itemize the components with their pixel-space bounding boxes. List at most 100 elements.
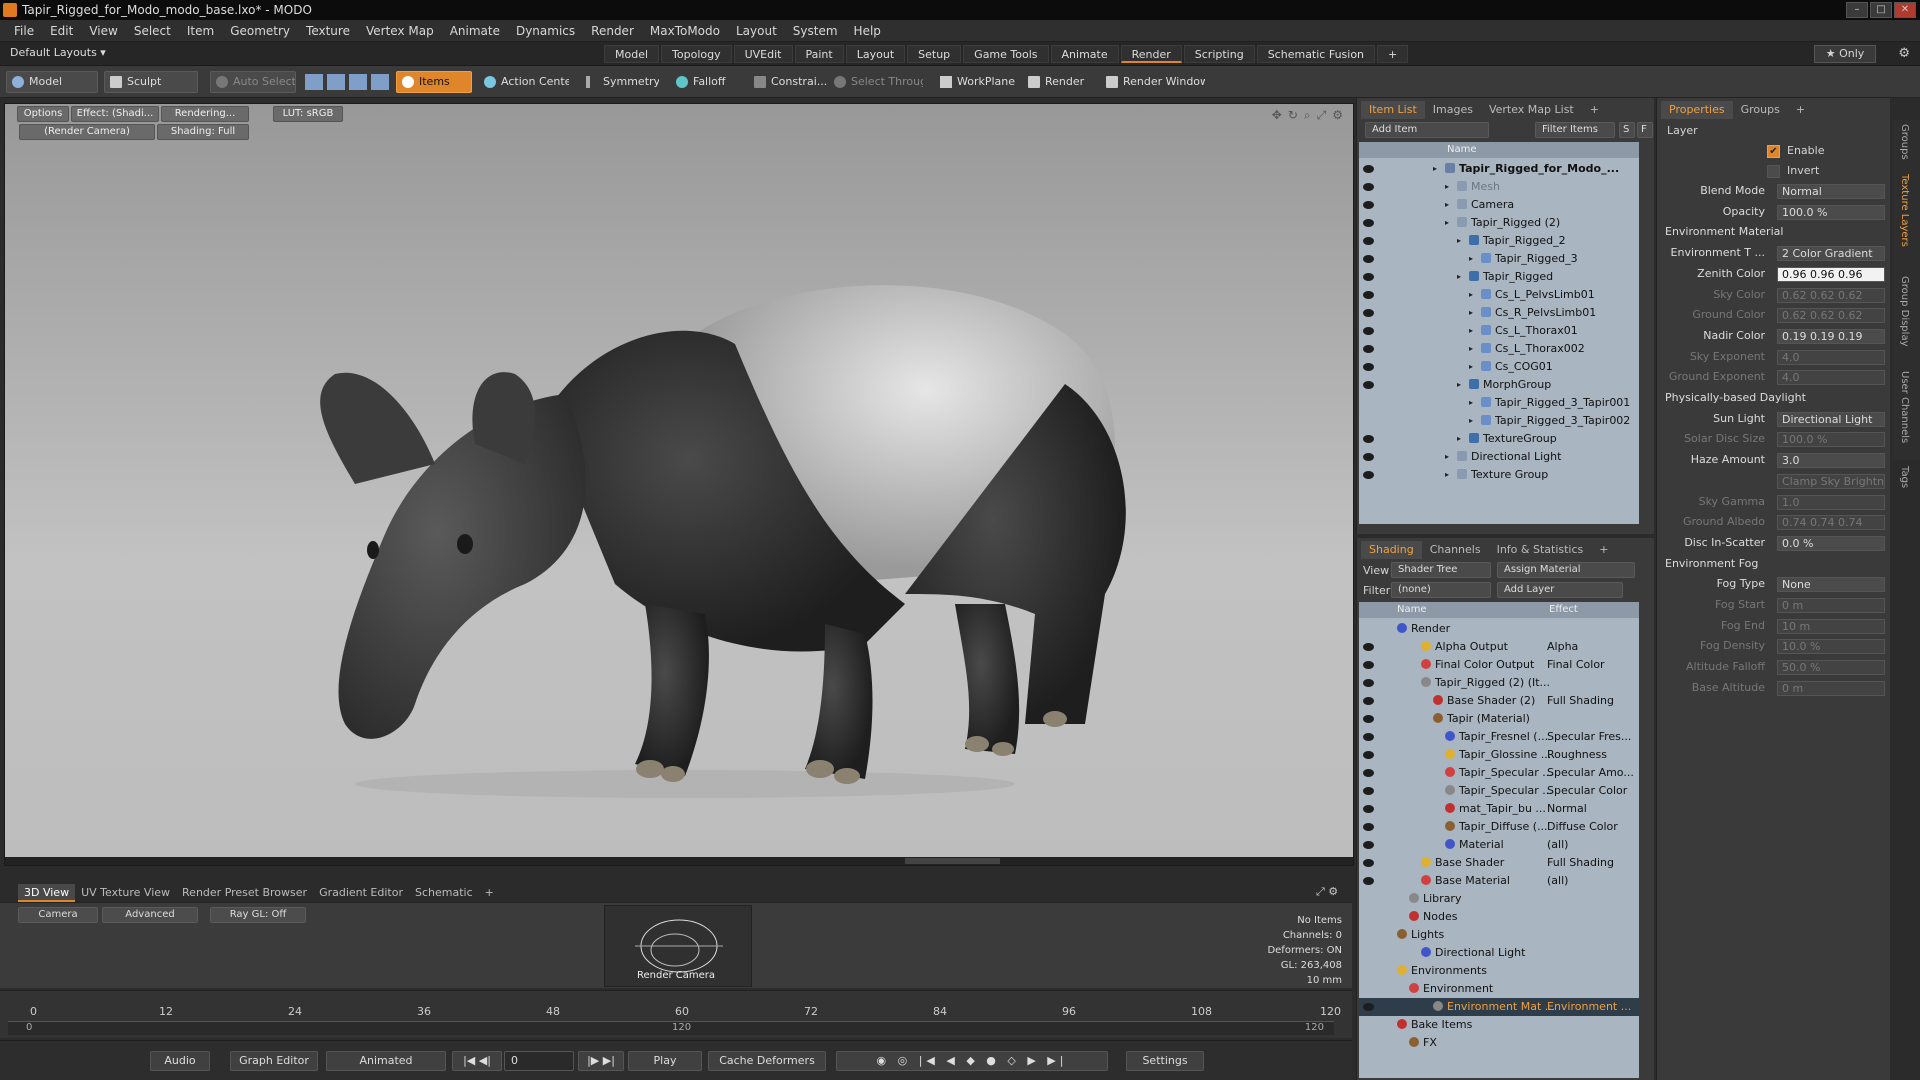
shader-row[interactable]: Library <box>1359 890 1639 908</box>
property-value-field[interactable]: Normal <box>1777 184 1885 199</box>
layout-tab-topology[interactable]: Topology <box>661 45 732 63</box>
only-button[interactable]: ★ Only <box>1814 45 1876 63</box>
auto-select-button[interactable]: Auto Select <box>210 71 296 93</box>
item-row[interactable]: ▸ Tapir_Rigged_3_Tapir002 <box>1359 412 1639 430</box>
layout-tab-setup[interactable]: Setup <box>907 45 962 63</box>
minimize-button[interactable]: – <box>1846 2 1868 18</box>
polygon-mode-icon[interactable] <box>349 74 367 90</box>
pan-icon[interactable]: ✥ <box>1272 108 1282 123</box>
property-value-field[interactable]: 3.0 <box>1777 453 1885 469</box>
advanced-button[interactable]: Advanced <box>102 907 198 923</box>
model-button[interactable]: Model <box>6 71 98 93</box>
expand-arrow-icon[interactable]: ▸ <box>1469 358 1473 376</box>
menu-render[interactable]: Render <box>583 20 642 42</box>
maximize-icon[interactable]: ⤢ <box>1317 108 1327 123</box>
panel-tab-channels[interactable]: Channels <box>1422 541 1489 559</box>
filter-toggle-button[interactable]: F <box>1637 122 1653 138</box>
effect-dropdown[interactable]: (all) <box>1547 836 1568 854</box>
item-row[interactable]: ▸ Cs_COG01 <box>1359 358 1639 376</box>
menu-animate[interactable]: Animate <box>442 20 508 42</box>
enable-checkbox[interactable]: ✔ <box>1767 145 1780 158</box>
section-header[interactable]: Physically-based Daylight <box>1665 389 1806 407</box>
shader-row[interactable]: Environment Mat ... Environment ... <box>1359 998 1639 1016</box>
expand-arrow-icon[interactable]: ▸ <box>1469 250 1473 268</box>
shader-row[interactable]: Tapir_Diffuse (... Diffuse Color <box>1359 818 1639 836</box>
close-button[interactable]: ✕ <box>1894 2 1916 18</box>
falloff-button[interactable]: Falloff <box>670 71 740 93</box>
item-row[interactable]: ▸ MorphGroup <box>1359 376 1639 394</box>
item-row[interactable]: ▸ Tapir_Rigged_3_Tapir001 <box>1359 394 1639 412</box>
property-value-field[interactable]: 0.19 0.19 0.19 <box>1777 328 1885 344</box>
effect-dropdown[interactable]: Diffuse Color <box>1547 818 1618 836</box>
property-value-field[interactable]: 100.0 % <box>1777 204 1885 220</box>
side-tab-group-display[interactable]: Group Display <box>1899 276 1910 346</box>
expand-arrow-icon[interactable]: ▸ <box>1469 394 1473 412</box>
visibility-eye-icon[interactable] <box>1363 273 1374 281</box>
maximize-button[interactable]: □ <box>1870 2 1892 18</box>
camera-preview-thumbnail[interactable]: Render Camera <box>604 905 752 987</box>
shader-tree[interactable]: Name Effect Render Alpha Output Alpha Final … <box>1359 602 1639 1078</box>
shader-row[interactable]: FX <box>1359 1034 1639 1052</box>
side-tab-groups[interactable]: Groups <box>1899 124 1910 160</box>
visibility-eye-icon[interactable] <box>1363 381 1374 389</box>
visibility-eye-icon[interactable] <box>1363 769 1374 777</box>
property-value-field[interactable]: 4.0 <box>1777 349 1885 365</box>
menu-geometry[interactable]: Geometry <box>222 20 298 42</box>
shader-row[interactable]: Tapir_Glossine ... Roughness <box>1359 746 1639 764</box>
panel-tab-item[interactable]: + <box>1591 541 1616 559</box>
raygl-button[interactable]: Ray GL: Off <box>210 907 306 923</box>
property-value-field[interactable]: 1.0 <box>1777 494 1885 510</box>
viewport-effect-dropdown[interactable]: Effect: (Shadi... <box>71 106 159 122</box>
effect-dropdown[interactable]: Normal <box>1547 800 1587 818</box>
expand-arrow-icon[interactable]: ▸ <box>1469 304 1473 322</box>
property-value-field[interactable]: 0 m <box>1777 680 1885 696</box>
property-value-field[interactable]: 0.74 0.74 0.74 <box>1777 515 1885 531</box>
expand-arrow-icon[interactable]: ▸ <box>1445 466 1449 484</box>
visibility-eye-icon[interactable] <box>1363 751 1374 759</box>
shader-row[interactable]: Environments <box>1359 962 1639 980</box>
viewport-options-button[interactable]: Options <box>17 106 69 122</box>
shader-row[interactable]: Alpha Output Alpha <box>1359 638 1639 656</box>
layout-tab-animate[interactable]: Animate <box>1050 45 1119 63</box>
visibility-eye-icon[interactable] <box>1363 345 1374 353</box>
panel-expand-icon[interactable]: ⤢ ⚙ <box>1316 885 1338 899</box>
layout-tab-item[interactable]: + <box>1377 45 1409 63</box>
section-header[interactable]: Environment Material <box>1665 223 1783 241</box>
item-row[interactable]: ▸ Cs_L_Thorax01 <box>1359 322 1639 340</box>
gear-icon[interactable]: ⚙ <box>1898 46 1910 61</box>
tab-schematic[interactable]: Schematic <box>409 884 479 902</box>
property-value-field[interactable]: 100.0 % <box>1777 432 1885 448</box>
layout-tab-game-tools[interactable]: Game Tools <box>963 45 1049 63</box>
layout-preset-dropdown[interactable]: Default Layouts ▾ <box>10 46 106 59</box>
menu-file[interactable]: File <box>6 20 42 42</box>
effect-dropdown[interactable]: Roughness <box>1547 746 1607 764</box>
item-row[interactable]: ▸ Cs_L_Thorax002 <box>1359 340 1639 358</box>
tab-item[interactable]: + <box>479 884 500 902</box>
effect-dropdown[interactable]: Full Shading <box>1547 692 1614 710</box>
property-value-field[interactable]: 0 m <box>1777 598 1885 613</box>
search-toggle-button[interactable]: S <box>1619 122 1635 138</box>
item-row[interactable]: ▸ Cs_R_PelvsLimb01 <box>1359 304 1639 322</box>
symmetry-button[interactable]: Symmetry <box>580 71 660 93</box>
visibility-eye-icon[interactable] <box>1363 363 1374 371</box>
side-tab-user-channels[interactable]: User Channels <box>1899 371 1910 443</box>
expand-arrow-icon[interactable]: ▸ <box>1469 322 1473 340</box>
property-value-field[interactable]: 0.62 0.62 0.62 <box>1777 308 1885 324</box>
frame-field[interactable]: 0 <box>504 1051 574 1071</box>
effect-dropdown[interactable]: Specular Color <box>1547 782 1627 800</box>
expand-arrow-icon[interactable]: ▸ <box>1445 214 1449 232</box>
material-mode-icon[interactable] <box>371 74 389 90</box>
settings-button[interactable]: Settings <box>1126 1051 1204 1071</box>
layout-tab-paint[interactable]: Paint <box>794 45 844 63</box>
section-header[interactable]: Environment Fog <box>1665 555 1758 573</box>
graph-editor-button[interactable]: Graph Editor <box>230 1051 318 1071</box>
tab-gradient-editor[interactable]: Gradient Editor <box>313 884 409 902</box>
visibility-eye-icon[interactable] <box>1363 435 1374 443</box>
property-value-field[interactable]: 0.0 % <box>1777 535 1885 551</box>
select-through-button[interactable]: Select Through <box>828 71 924 93</box>
render-window-button[interactable]: Render Window <box>1100 71 1206 93</box>
visibility-eye-icon[interactable] <box>1363 697 1374 705</box>
item-row[interactable]: ▸ Cs_L_PelvsLimb01 <box>1359 286 1639 304</box>
add-layer-dropdown[interactable]: Add Layer <box>1497 582 1623 598</box>
visibility-eye-icon[interactable] <box>1363 255 1374 263</box>
